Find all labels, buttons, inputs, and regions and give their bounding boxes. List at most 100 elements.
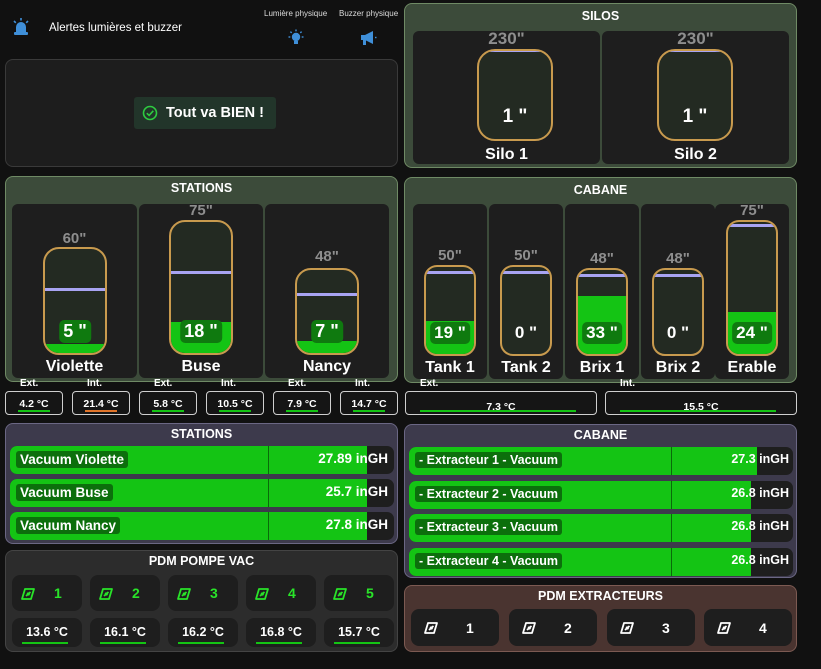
pump-temp[interactable]: 13.6 °C xyxy=(12,618,82,647)
temp-label: Ext. xyxy=(420,378,439,389)
station-temp-pill[interactable]: Int. 14.7 °C xyxy=(340,378,398,415)
cabane-capacity: 75" xyxy=(740,202,764,219)
pump-number: 2 xyxy=(132,585,140,601)
silo-tile[interactable]: 230" 1 " Silo 1 xyxy=(413,29,600,164)
extracteur-number: 3 xyxy=(662,620,670,636)
pump-temp-value: 16.1 °C xyxy=(104,625,146,639)
megaphone-icon[interactable] xyxy=(359,29,377,52)
vacuum-extracteur-row[interactable]: - Extracteur 2 - Vacuum 26.8 inGH xyxy=(409,480,793,509)
cabane-level-line xyxy=(728,224,776,228)
cabane-name: Brix 1 xyxy=(579,359,625,376)
pump-temp[interactable]: 16.8 °C xyxy=(246,618,316,647)
pump-icon xyxy=(176,587,192,606)
pump-icon xyxy=(423,621,439,640)
cabane-capacity: 48" xyxy=(666,250,690,267)
station-temp-pill[interactable]: Ext. 7.9 °C xyxy=(273,378,331,415)
vacuum-name: - Extracteur 3 - Vacuum xyxy=(415,519,562,535)
cabane-tile[interactable]: 48" 0 " Brix 2 xyxy=(641,204,715,379)
extracteur-number: 1 xyxy=(466,620,474,636)
cabane-tile[interactable]: 50" 0 " Tank 2 xyxy=(489,204,563,379)
cabane-capacity: 50" xyxy=(514,247,538,264)
cabane-level-line xyxy=(654,273,702,277)
station-level-line xyxy=(297,292,357,296)
silo-value: 1 " xyxy=(682,106,708,127)
vacuum-extracteur-row[interactable]: - Extracteur 4 - Vacuum 26.8 inGH xyxy=(409,547,793,576)
silo-name: Silo 1 xyxy=(485,146,528,163)
cabane-temp-pill[interactable]: Int. 15.5 °C xyxy=(605,378,797,415)
extracteur-button[interactable]: 1 xyxy=(411,609,499,646)
vacuum-station-row[interactable]: Vacuum Violette 27.89 inGH xyxy=(10,446,394,474)
station-name: Nancy xyxy=(302,358,352,375)
vacuum-stations-card: STATIONS Vacuum Violette 27.89 inGH Vacuum… xyxy=(5,423,398,544)
cabane-level-line xyxy=(502,270,550,274)
cabane-tile[interactable]: 75" 24 " Erable xyxy=(715,202,789,379)
vacuum-station-row[interactable]: Vacuum Buse 25.7 inGH xyxy=(10,479,394,507)
vacuum-bar-divider xyxy=(671,447,672,475)
cabane-temp-pill[interactable]: Ext. 7.3 °C xyxy=(405,378,597,415)
temp-label: Ext. xyxy=(20,378,39,389)
header: Alertes lumières et buzzer Lumière physi… xyxy=(0,0,402,56)
cabane-card: CABANE 50" 19 " Tank 1 50" 0 " Tank 2 48" 33 " B… xyxy=(404,177,797,383)
cabane-gauge: 0 " xyxy=(500,265,552,356)
pump-temp[interactable]: 16.2 °C xyxy=(168,618,238,647)
pump-button[interactable]: 5 xyxy=(324,575,394,611)
pump-temp-bar xyxy=(22,642,68,644)
extracteur-button[interactable]: 2 xyxy=(509,609,597,646)
vacuum-extracteur-row[interactable]: - Extracteur 3 - Vacuum 26.8 inGH xyxy=(409,514,793,542)
station-temp-pill[interactable]: Ext. 5.8 °C xyxy=(139,378,197,415)
cabane-tile[interactable]: 48" 33 " Brix 1 xyxy=(565,204,639,379)
pump-icon xyxy=(619,621,635,640)
lightbulb-icon[interactable] xyxy=(287,29,305,52)
pump-button[interactable]: 2 xyxy=(90,575,160,611)
pump-number: 4 xyxy=(288,585,296,601)
pump-temp[interactable]: 15.7 °C xyxy=(324,618,394,647)
vacuum-value: 25.7 inGH xyxy=(325,484,388,499)
extracteur-button[interactable]: 4 xyxy=(704,609,792,646)
check-circle-icon xyxy=(142,105,158,126)
silos-title: SILOS xyxy=(581,9,620,23)
vacuum-stations-title: STATIONS xyxy=(170,427,233,441)
vacuum-extracteur-row[interactable]: - Extracteur 1 - Vacuum 27.3 inGH xyxy=(409,447,793,475)
station-gauge: 5 " xyxy=(43,247,107,355)
station-tile[interactable]: 75" 18 " Buse xyxy=(139,202,263,378)
pump-temp-bar xyxy=(334,642,380,644)
station-temp-pill[interactable]: Ext. 4.2 °C xyxy=(5,378,63,415)
station-tile[interactable]: 60" 5 " Violette xyxy=(12,204,137,378)
pump-button[interactable]: 3 xyxy=(168,575,238,611)
temp-bar xyxy=(286,410,318,412)
pump-temp[interactable]: 16.1 °C xyxy=(90,618,160,647)
station-value: 7 " xyxy=(311,320,343,343)
cabane-value: 19 " xyxy=(430,322,470,344)
station-temp-pill[interactable]: Int. 21.4 °C xyxy=(72,378,130,415)
temp-value: 7.9 °C xyxy=(287,398,317,410)
vacuum-station-row[interactable]: Vacuum Nancy 27.8 inGH xyxy=(10,512,394,540)
silo-name: Silo 2 xyxy=(674,146,717,163)
pump-button[interactable]: 4 xyxy=(246,575,316,611)
temp-value: 10.5 °C xyxy=(217,398,253,410)
vacuum-name: Vacuum Violette xyxy=(16,451,129,468)
cabane-name: Brix 2 xyxy=(655,359,701,376)
pump-temp-bar xyxy=(178,642,224,644)
vacuum-cabane-title: CABANE xyxy=(573,428,628,442)
station-capacity: 60" xyxy=(62,230,87,247)
buzzer-label: Buzzer physique xyxy=(339,9,399,18)
silo-tile[interactable]: 230" 1 " Silo 2 xyxy=(602,29,789,164)
pdm-extracteurs-title: PDM EXTRACTEURS xyxy=(537,589,663,603)
temp-bar xyxy=(85,410,117,412)
station-tile[interactable]: 48" 7 " Nancy xyxy=(265,204,389,378)
temp-label: Ext. xyxy=(288,378,307,389)
vacuum-value: 27.8 inGH xyxy=(325,517,388,532)
vacuum-bar-divider xyxy=(268,479,269,507)
cabane-tile[interactable]: 50" 19 " Tank 1 xyxy=(413,204,487,379)
station-temp-pill[interactable]: Int. 10.5 °C xyxy=(206,378,264,415)
status-message: Tout va BIEN ! xyxy=(166,105,265,121)
pump-number: 3 xyxy=(210,585,218,601)
pump-button[interactable]: 1 xyxy=(12,575,82,611)
vacuum-name: Vacuum Buse xyxy=(16,484,113,501)
temp-label: Int. xyxy=(620,378,635,389)
silo-capacity: 230" xyxy=(677,29,714,48)
extracteur-button[interactable]: 3 xyxy=(607,609,695,646)
temp-bar xyxy=(152,410,184,412)
station-capacity: 75" xyxy=(189,202,213,219)
pump-icon xyxy=(254,587,270,606)
